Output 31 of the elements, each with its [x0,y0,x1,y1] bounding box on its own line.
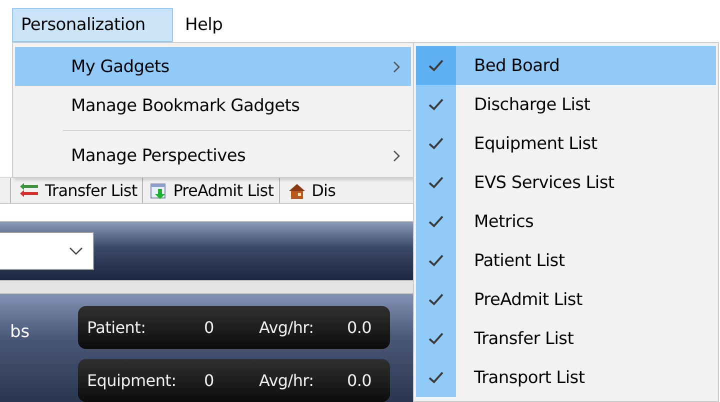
menu-item[interactable]: EVS Services List [416,163,716,202]
menu-bar-item[interactable]: Help [173,8,231,42]
menu-item[interactable]: Equipment List [416,124,716,163]
stat-label: Avg/hr: [259,371,315,390]
stat-count: 0 [204,318,215,338]
menu-item[interactable]: Metrics [416,202,716,241]
menu-item[interactable]: Manage Perspectives [15,136,411,175]
dropdown-field[interactable] [0,232,94,270]
menu-bar-item[interactable]: Personalization [12,8,173,42]
arrows-icon [18,182,40,199]
menu-item[interactable]: Manage Bookmark Gadgets [15,86,411,125]
chevron-right-icon [393,60,401,72]
menu-item[interactable]: Patient List [416,241,716,280]
stat-value: 0.0 [347,371,372,390]
menu-item[interactable]: Bed Board [416,46,716,85]
stat-label: Patient: [87,318,147,338]
stat-count: 0 [204,371,215,390]
stat-label: Avg/hr: [259,318,315,338]
stat-label: Equipment: [87,371,178,390]
menu-item[interactable]: PreAdmit List [416,280,716,319]
chevron-down-icon [69,247,83,256]
stat-value: 0.0 [347,318,372,338]
menu-item[interactable]: My Gadgets [15,47,411,86]
chevron-right-icon [393,150,401,162]
panel-label: bs [10,322,31,344]
splitter-bar[interactable] [0,280,413,294]
menu-item[interactable]: Transport List [416,358,716,397]
calendar-icon [150,182,168,200]
menu-item[interactable]: Discharge List [416,85,716,124]
house-icon [286,182,307,199]
menu-item[interactable]: Transfer List [416,319,716,358]
